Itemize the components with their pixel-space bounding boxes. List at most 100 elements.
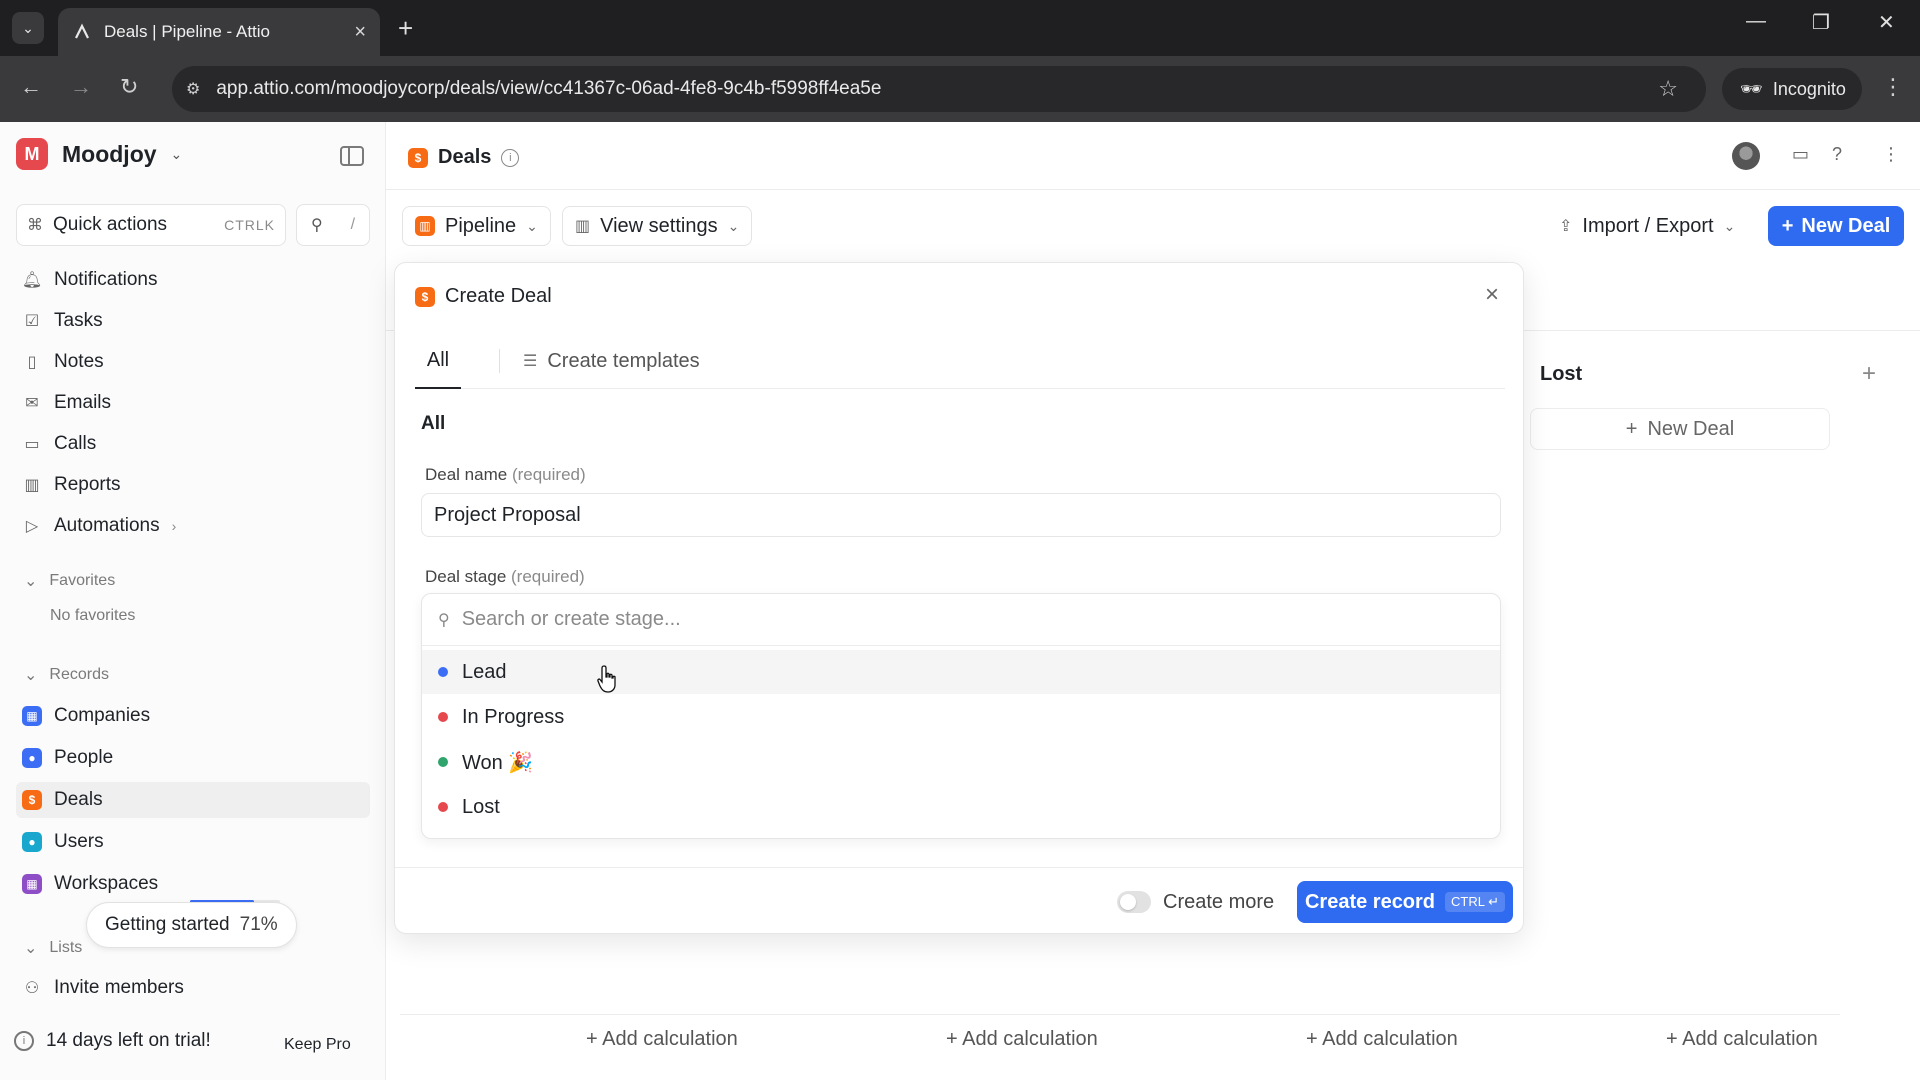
- deals-icon: $: [415, 286, 435, 307]
- new-tab-icon[interactable]: +: [398, 12, 413, 44]
- sidebar-item-deals[interactable]: $ Deals: [16, 782, 370, 818]
- site-settings-icon[interactable]: ⚙: [186, 79, 200, 99]
- add-column-icon[interactable]: +: [1862, 360, 1876, 388]
- stage-color-dot: [438, 757, 448, 767]
- omnibox[interactable]: ⚙ app.attio.com/moodjoycorp/deals/view/c…: [172, 66, 1706, 112]
- tab-all[interactable]: All: [415, 333, 461, 389]
- create-record-button[interactable]: Create record CTRL ↵: [1297, 881, 1513, 923]
- create-record-label: Create record: [1304, 890, 1436, 913]
- command-icon: ⌘: [27, 217, 43, 234]
- modal-tabs: All ☰ Create templates: [415, 333, 1505, 389]
- sidebar-collapse-icon[interactable]: [340, 146, 364, 166]
- reload-icon[interactable]: ↻: [120, 74, 138, 100]
- getting-started-popover[interactable]: Getting started 71%: [86, 902, 297, 948]
- view-settings-button[interactable]: ▥ View settings ⌄: [562, 206, 753, 246]
- import-icon: ⇪: [1559, 218, 1573, 235]
- hand-cursor-icon: [597, 665, 616, 693]
- more-icon[interactable]: ⋮: [1882, 144, 1900, 165]
- sidebar-item-tasks[interactable]: ☑ Tasks: [16, 303, 370, 339]
- sidebar-item-automations[interactable]: ▷ Automations ›: [16, 508, 370, 544]
- getting-started-label: Getting started: [105, 914, 230, 935]
- stage-option-lead[interactable]: Lead: [422, 650, 1500, 694]
- sidebar-item-label: Automations: [54, 515, 160, 536]
- sidebar-item-users[interactable]: ● Users: [16, 824, 370, 860]
- modal-footer-divider: [395, 867, 1523, 868]
- browser-address-bar: ← → ↻ ⚙ app.attio.com/moodjoycorp/deals/…: [0, 56, 1920, 122]
- create-more-toggle[interactable]: [1117, 891, 1151, 913]
- deal-stage-dropdown: ⚲ Search or create stage... Lead In Prog…: [421, 593, 1501, 839]
- workspace-logo: M: [16, 138, 48, 170]
- records-section-toggle[interactable]: ⌄ Records: [24, 665, 109, 685]
- stage-search-input[interactable]: ⚲ Search or create stage...: [422, 594, 1500, 646]
- new-deal-button[interactable]: + New Deal: [1768, 206, 1904, 246]
- sidebar-item-reports[interactable]: ▥ Reports: [16, 467, 370, 503]
- deal-stage-label-text: Deal stage: [425, 567, 507, 586]
- plus-icon: +: [1781, 214, 1794, 237]
- bookmark-star-icon[interactable]: ☆: [1658, 76, 1678, 102]
- info-icon[interactable]: i: [501, 148, 520, 167]
- sidebar-search-button[interactable]: ⚲ /: [296, 204, 370, 246]
- no-favorites-text: No favorites: [50, 607, 136, 624]
- stage-option-in-progress[interactable]: In Progress: [422, 695, 1500, 739]
- lists-section-toggle[interactable]: ⌄ Lists: [24, 938, 82, 958]
- board-new-deal-button[interactable]: + New Deal: [1530, 408, 1830, 450]
- sidebar-item-notifications[interactable]: 🔔︎ Notifications: [16, 262, 370, 298]
- avatar[interactable]: [1732, 142, 1760, 170]
- add-calculation-button[interactable]: + Add calculation: [1666, 1028, 1818, 1051]
- add-calculation-button[interactable]: + Add calculation: [1306, 1028, 1458, 1051]
- workspace-switcher[interactable]: M Moodjoy ⌄: [16, 138, 182, 170]
- attio-favicon-icon: [72, 22, 92, 42]
- sidebar-item-label: Notes: [54, 351, 104, 372]
- stage-option-won[interactable]: Won 🎉: [422, 740, 1500, 784]
- tab-close-icon[interactable]: ×: [354, 21, 366, 44]
- chevron-down-icon: ⌄: [526, 217, 538, 234]
- sidebar-item-calls[interactable]: ▭ Calls: [16, 426, 370, 462]
- forward-icon[interactable]: →: [70, 74, 92, 100]
- sidebar-item-emails[interactable]: ✉ Emails: [16, 385, 370, 421]
- help-icon[interactable]: ?: [1832, 144, 1842, 165]
- mail-icon: ✉: [25, 395, 39, 412]
- deal-name-input[interactable]: Project Proposal: [421, 493, 1501, 537]
- sidebar-item-label: Invite members: [54, 977, 184, 998]
- stage-option-lost[interactable]: Lost: [422, 785, 1500, 829]
- browser-menu-icon[interactable]: ⋮: [1882, 74, 1904, 100]
- sidebar-item-notes[interactable]: ▯ Notes: [16, 344, 370, 380]
- board-column-title-lost: Lost: [1540, 363, 1583, 385]
- chat-icon[interactable]: ▭: [1792, 144, 1809, 165]
- lists-title: Lists: [49, 939, 83, 956]
- trial-banner[interactable]: i 14 days left on trial!: [14, 1030, 211, 1052]
- browser-tab-bar: ⌄ Deals | Pipeline - Attio × + — ❐ ✕: [0, 0, 1920, 56]
- deals-icon: $: [408, 147, 428, 168]
- search-icon: ⚲: [438, 611, 450, 629]
- tab-search-chevron-icon[interactable]: ⌄: [12, 12, 44, 44]
- add-calculation-button[interactable]: + Add calculation: [586, 1028, 738, 1051]
- quick-actions-button[interactable]: ⌘ Quick actions CTRLK: [16, 204, 286, 246]
- sidebar-item-label: Tasks: [54, 310, 103, 331]
- sidebar-item-label: Workspaces: [54, 873, 159, 894]
- incognito-badge[interactable]: 🕶 Incognito: [1722, 68, 1862, 110]
- sidebar-item-invite-members[interactable]: ⚇ Invite members: [16, 970, 370, 1006]
- pipeline-view-dropdown[interactable]: ▥ Pipeline ⌄: [402, 206, 551, 246]
- stage-option-label: Won 🎉: [462, 751, 534, 774]
- favorites-section-toggle[interactable]: ⌄ Favorites: [24, 571, 115, 591]
- add-calculation-button[interactable]: + Add calculation: [946, 1028, 1098, 1051]
- back-icon[interactable]: ←: [20, 74, 42, 100]
- sidebar-item-companies[interactable]: ▦ Companies: [16, 698, 370, 734]
- sidebar-item-workspaces[interactable]: ▦ Workspaces: [16, 866, 370, 902]
- import-export-button[interactable]: ⇪ Import / Export ⌄: [1546, 206, 1749, 246]
- getting-started-percent: 71%: [239, 914, 278, 935]
- window-close-icon[interactable]: ✕: [1878, 10, 1895, 35]
- pipeline-icon: ▥: [415, 216, 435, 236]
- keep-pro-button[interactable]: Keep Pro: [284, 1036, 351, 1054]
- browser-tab-active[interactable]: Deals | Pipeline - Attio ×: [58, 8, 380, 56]
- minimize-icon[interactable]: —: [1746, 10, 1766, 33]
- tab-create-templates-label: Create templates: [547, 349, 700, 372]
- sidebar-item-people[interactable]: ● People: [16, 740, 370, 776]
- close-icon[interactable]: ×: [1485, 281, 1499, 309]
- chart-icon: ▥: [24, 477, 40, 494]
- favorites-title: Favorites: [49, 572, 116, 589]
- restore-icon[interactable]: ❐: [1812, 10, 1830, 35]
- url-text[interactable]: app.attio.com/moodjoycorp/deals/view/cc4…: [216, 78, 1658, 100]
- tab-create-templates[interactable]: ☰ Create templates: [523, 333, 700, 389]
- workspaces-icon: ▦: [22, 874, 42, 894]
